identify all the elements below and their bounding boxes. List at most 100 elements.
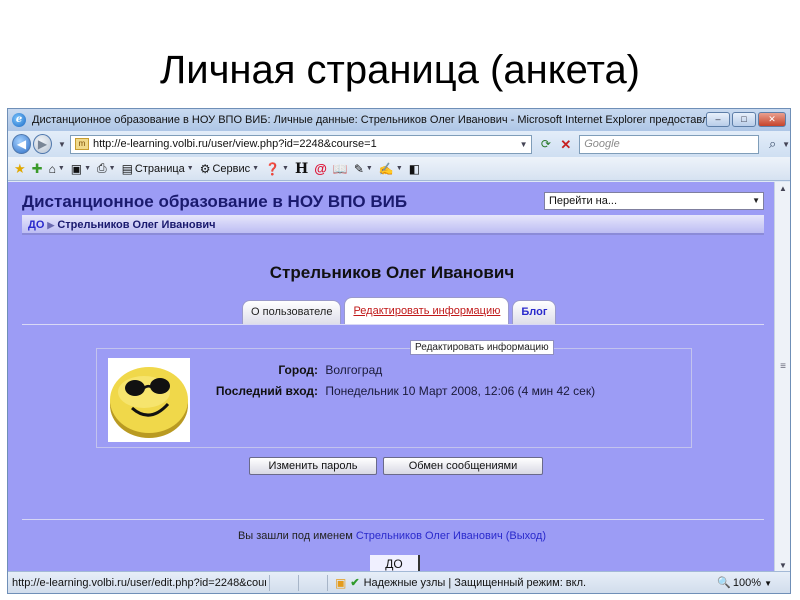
ie-logo-icon: e xyxy=(12,113,26,127)
tab-blog[interactable]: Блог xyxy=(512,300,557,324)
help-icon: ❓ xyxy=(265,161,281,176)
tabs-divider xyxy=(22,324,764,325)
status-bar: http://e-learning.volbi.ru/user/edit.php… xyxy=(8,571,790,593)
site-name: Дистанционное образование в НОУ ВПО ВИБ xyxy=(22,192,408,211)
gear-icon: ⚙ xyxy=(199,161,211,176)
chevron-down-icon: ▼ xyxy=(252,165,260,172)
last-login-label: Последний вход: xyxy=(215,384,318,398)
scroll-up-icon[interactable]: ▲ xyxy=(775,182,790,196)
smiley-avatar-icon xyxy=(110,367,188,438)
window-titlebar[interactable]: e Дистанционное образование в НОУ ВПО ВИ… xyxy=(8,109,790,131)
logged-in-info: Вы зашли под именем Стрельников Олег Ива… xyxy=(8,530,776,542)
tab-about-user[interactable]: О пользователе xyxy=(242,300,342,324)
page-content: Дистанционное образование в НОУ ВПО ВИБ … xyxy=(8,182,776,573)
tools-menu-label: Сервис xyxy=(212,162,251,175)
tab-edit-info[interactable]: Редактировать информацию xyxy=(344,297,510,324)
at-mail-icon[interactable]: @ xyxy=(314,161,327,176)
tools-menu[interactable]: ⚙ Сервис ▼ xyxy=(200,162,259,176)
chevron-down-icon: ▼ xyxy=(365,165,373,172)
help-button[interactable]: ❓ ▼ xyxy=(265,162,289,176)
chevron-down-icon: ▼ xyxy=(186,165,194,172)
user-full-name: Стрельников Олег Иванович xyxy=(269,263,515,282)
slide-title: Личная страница (анкета) xyxy=(159,48,641,92)
logged-in-user-link[interactable]: Стрельников Олег Иванович xyxy=(356,530,503,542)
feeds-button[interactable]: ▣ ▼ xyxy=(71,162,91,176)
stop-icon[interactable]: ✕ xyxy=(556,135,575,154)
zoom-icon: 🔍 xyxy=(717,577,731,589)
chevron-down-icon: ▼ xyxy=(282,165,289,172)
zoom-level: 100% xyxy=(732,577,762,589)
breadcrumb-current: Стрельников Олег Иванович xyxy=(57,219,216,231)
window-title: Дистанционное образование в НОУ ВПО ВИБ:… xyxy=(32,114,722,126)
blog-button[interactable]: ✍ ▼ xyxy=(379,162,403,176)
protected-mode-icon[interactable]: ▣ xyxy=(335,576,346,590)
avatar xyxy=(108,358,190,442)
print-button[interactable]: ⎙ ▼ xyxy=(97,161,116,176)
city-value: Волгоград xyxy=(325,363,383,377)
site-favicon-icon: m xyxy=(74,138,89,150)
chevron-down-icon: ▼ xyxy=(57,165,65,172)
status-divider xyxy=(269,574,270,591)
last-login-value: Понедельник 10 Март 2008, 12:06 (4 мин 4… xyxy=(325,384,596,398)
favorites-star-icon[interactable]: ★ xyxy=(14,161,26,177)
search-input[interactable]: Google xyxy=(579,134,760,154)
security-zone-text[interactable]: Надежные узлы | Защищенный режим: вкл. xyxy=(364,577,587,589)
search-icon[interactable]: ⌕ xyxy=(763,136,782,152)
chevron-down-icon: ▼ xyxy=(395,165,403,172)
search-dropdown-icon[interactable]: ▼ xyxy=(782,140,790,149)
chevron-down-icon: ▼ xyxy=(764,579,772,588)
window-controls: – □ ✕ xyxy=(706,112,786,127)
breadcrumb-arrow-icon: ▶ xyxy=(47,220,55,230)
feeds-icon: ▣ xyxy=(70,161,83,176)
status-divider xyxy=(327,574,328,591)
logged-in-prefix: Вы зашли под именем xyxy=(237,530,353,542)
back-button[interactable]: ◀ xyxy=(12,134,32,154)
logout-link[interactable]: (Выход) xyxy=(506,530,546,542)
chevron-down-icon: ▼ xyxy=(84,165,92,172)
jump-to-select[interactable]: Перейти на... ▼ xyxy=(544,192,764,210)
status-url: http://e-learning.volbi.ru/user/edit.php… xyxy=(12,576,266,589)
onenote-icon[interactable]: ◧ xyxy=(409,162,420,176)
chevron-down-icon: ▼ xyxy=(108,165,116,172)
home-button[interactable]: ⌂ ▼ xyxy=(49,162,65,176)
messages-button[interactable]: Обмен сообщениями xyxy=(383,457,543,475)
footer-divider xyxy=(22,519,764,520)
forward-button[interactable]: ▶ xyxy=(33,134,53,154)
last-login-row: Последний вход: Понедельник 10 Март 2008… xyxy=(198,384,595,398)
research-icon[interactable]: 📖 xyxy=(333,162,348,176)
zoom-control[interactable]: 🔍 100% ▼ xyxy=(717,576,790,589)
page-menu-label: Страница xyxy=(134,162,185,175)
maximize-button[interactable]: □ xyxy=(732,112,756,127)
jump-to-label: Перейти на... xyxy=(549,195,618,207)
breadcrumb: ДО ▶ Стрельников Олег Иванович xyxy=(22,215,764,235)
page-icon: ▤ xyxy=(121,161,133,176)
address-field[interactable]: m http://e-learning.volbi.ru/user/view.p… xyxy=(69,134,532,154)
blog-icon: ✍ xyxy=(378,161,394,176)
chevron-down-icon: ▼ xyxy=(752,196,760,205)
translate-icon: ✎ xyxy=(353,161,364,176)
scroll-grip-icon[interactable]: ≡ xyxy=(778,362,788,372)
edit-info-button[interactable]: Редактировать информацию xyxy=(410,340,554,355)
status-divider xyxy=(298,574,299,591)
minimize-button[interactable]: – xyxy=(706,112,730,127)
command-bar: ★ ✚ ⌂ ▼ ▣ ▼ ⎙ ▼ ▤ Страница ▼ ⚙ Сервис ▼ ❓ ▼ H @ … xyxy=(8,157,790,181)
browser-window: e Дистанционное образование в НОУ ВПО ВИ… xyxy=(7,108,791,594)
city-row: Город: Волгоград xyxy=(198,363,382,377)
trusted-zone-check-icon: ✔ xyxy=(350,577,360,589)
vertical-scrollbar[interactable]: ▲ ≡ ▼ xyxy=(774,182,790,573)
change-password-button[interactable]: Изменить пароль xyxy=(249,457,377,475)
profile-tabs: О пользователе Редактировать информацию … xyxy=(242,297,557,324)
add-favorites-icon[interactable]: ✚ xyxy=(32,161,43,177)
print-icon: ⎙ xyxy=(97,161,107,175)
page-menu[interactable]: ▤ Страница ▼ xyxy=(122,162,194,176)
city-label: Город: xyxy=(278,363,318,377)
translate-button[interactable]: ✎ ▼ xyxy=(354,162,373,176)
breadcrumb-home-link[interactable]: ДО xyxy=(28,219,44,231)
address-dropdown-icon[interactable]: ▼ xyxy=(517,140,531,149)
address-toolbar: ◀ ▶ ▼ m http://e-learning.volbi.ru/user/… xyxy=(8,131,790,157)
close-button[interactable]: ✕ xyxy=(758,112,786,127)
address-url[interactable]: http://e-learning.volbi.ru/user/view.php… xyxy=(93,138,517,150)
h-tool-icon[interactable]: H xyxy=(295,161,308,177)
history-dropdown-icon[interactable]: ▼ xyxy=(58,140,66,149)
refresh-icon[interactable]: ⟳ xyxy=(536,135,557,154)
